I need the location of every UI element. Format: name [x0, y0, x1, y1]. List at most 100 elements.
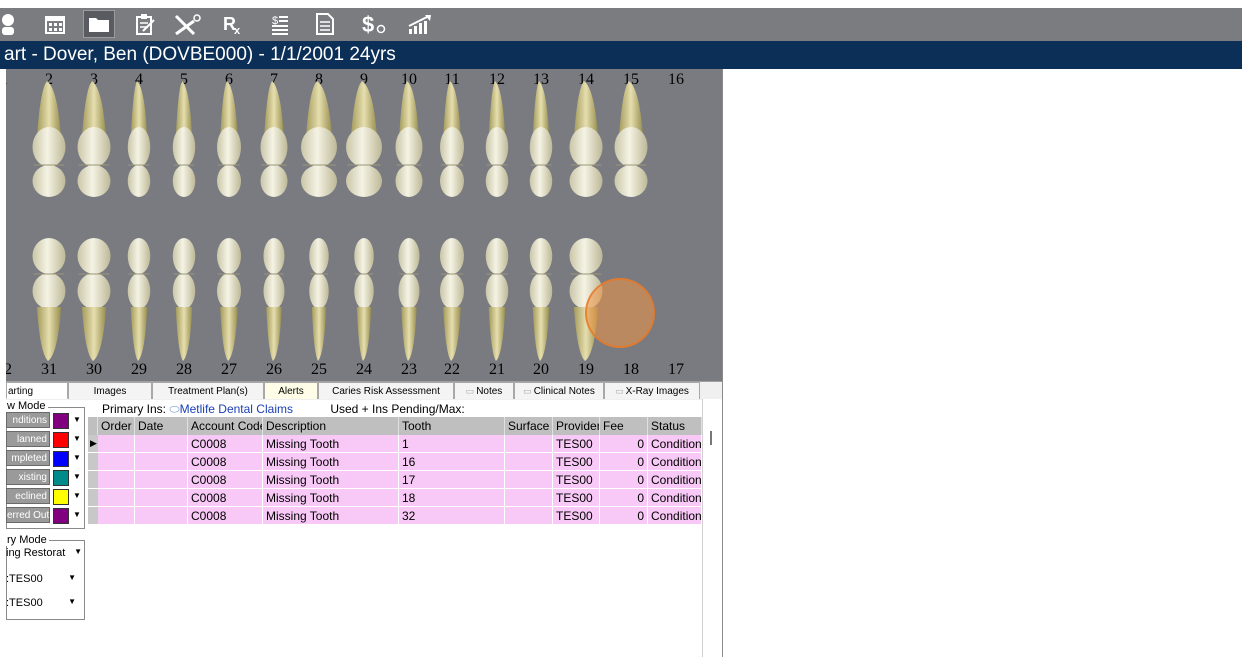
- chevron-down-icon[interactable]: ▼: [70, 412, 84, 428]
- view-mode-button[interactable]: erred Out: [6, 507, 50, 523]
- lower-tooth[interactable]: [77, 238, 111, 361]
- clipboard-icon[interactable]: [130, 11, 160, 37]
- cell-surface: [505, 507, 553, 525]
- upper-tooth[interactable]: [301, 81, 337, 197]
- header-date[interactable]: Date: [135, 417, 188, 435]
- header-surface[interactable]: Surface: [505, 417, 553, 435]
- tools-icon[interactable]: [172, 11, 202, 37]
- lower-tooth[interactable]: [217, 238, 241, 361]
- svg-text:$: $: [362, 12, 374, 36]
- upper-tooth[interactable]: [614, 81, 648, 197]
- provider-select-1[interactable]: :TES00 ▼: [6, 573, 84, 585]
- chart-growth-icon[interactable]: [405, 11, 435, 37]
- cell-status: Condition: [648, 435, 702, 453]
- upper-tooth[interactable]: [440, 81, 464, 197]
- ledger-icon[interactable]: $: [265, 11, 295, 37]
- upper-tooth[interactable]: [172, 81, 196, 197]
- color-swatch[interactable]: [53, 451, 69, 467]
- cell-status: Condition: [648, 507, 702, 525]
- notes-icon: ▭: [465, 386, 475, 396]
- tab-caries-risk[interactable]: Caries Risk Assessment: [318, 382, 454, 399]
- upper-tooth[interactable]: [32, 81, 66, 197]
- tab-xray-images[interactable]: ▭ X-Ray Images: [604, 382, 700, 399]
- billing-icon[interactable]: $: [360, 11, 390, 37]
- tab-images[interactable]: Images: [68, 382, 152, 399]
- lower-tooth[interactable]: [398, 238, 420, 361]
- view-mode-button[interactable]: nditions: [6, 412, 50, 428]
- lower-tooth[interactable]: [440, 238, 464, 361]
- calendar-icon[interactable]: [40, 11, 70, 37]
- row-header[interactable]: ▶: [88, 435, 98, 453]
- row-header[interactable]: [88, 453, 98, 471]
- color-swatch[interactable]: [53, 413, 69, 429]
- chevron-down-icon: ▼: [68, 573, 76, 582]
- tab-alerts[interactable]: Alerts: [264, 382, 318, 399]
- upper-tooth[interactable]: [260, 81, 288, 197]
- lower-tooth[interactable]: [309, 238, 329, 361]
- lower-tooth[interactable]: [32, 238, 66, 361]
- row-header[interactable]: [88, 489, 98, 507]
- patient-icon[interactable]: [0, 11, 22, 37]
- upper-tooth[interactable]: [217, 81, 241, 197]
- scroll-thumb[interactable]: [710, 431, 712, 445]
- header-fee[interactable]: Fee: [600, 417, 648, 435]
- view-mode-button[interactable]: xisting: [6, 469, 50, 485]
- view-mode-label: w Mode: [5, 400, 48, 412]
- header-tooth[interactable]: Tooth: [399, 417, 505, 435]
- header-order[interactable]: Order: [98, 417, 135, 435]
- row-header[interactable]: [88, 507, 98, 525]
- table-row[interactable]: C0008 Missing Tooth 18 TES00 0 Condition: [88, 489, 702, 507]
- header-provider[interactable]: Provider: [553, 417, 600, 435]
- cell-tooth: 1: [399, 435, 505, 453]
- lower-tooth[interactable]: [485, 238, 509, 361]
- color-swatch[interactable]: [53, 489, 69, 505]
- lower-tooth[interactable]: [354, 238, 374, 361]
- upper-tooth[interactable]: [529, 81, 553, 197]
- header-account-code[interactable]: Account Code: [188, 417, 263, 435]
- upper-tooth[interactable]: [346, 81, 382, 197]
- patient-title-bar: art - Dover, Ben (DOVBE000) - 1/1/2001 2…: [0, 41, 1242, 69]
- entry-mode-label: ry Mode: [5, 534, 49, 546]
- chevron-down-icon[interactable]: ▼: [70, 488, 84, 504]
- color-swatch[interactable]: [53, 470, 69, 486]
- upper-tooth[interactable]: [395, 81, 423, 197]
- clinical-notes-icon: ▭: [523, 386, 532, 396]
- rx-icon[interactable]: Rx: [218, 11, 248, 37]
- upper-tooth[interactable]: [569, 81, 603, 197]
- row-header[interactable]: [88, 471, 98, 489]
- chevron-down-icon[interactable]: ▼: [70, 431, 84, 447]
- color-swatch[interactable]: [53, 508, 69, 524]
- chevron-down-icon[interactable]: ▼: [70, 507, 84, 523]
- folder-icon[interactable]: [83, 10, 115, 38]
- lower-tooth[interactable]: [263, 238, 285, 361]
- used-pending-label: Used + Ins Pending/Max:: [330, 402, 465, 416]
- view-mode-button[interactable]: eclined: [6, 488, 50, 504]
- provider-select-2[interactable]: :TES00 ▼: [6, 597, 84, 609]
- header-description[interactable]: Description: [263, 417, 399, 435]
- upper-tooth[interactable]: [485, 81, 509, 197]
- header-status[interactable]: Status: [648, 417, 702, 435]
- table-row[interactable]: C0008 Missing Tooth 17 TES00 0 Condition: [88, 471, 702, 489]
- lower-tooth[interactable]: [172, 238, 196, 361]
- document-icon[interactable]: [310, 11, 340, 37]
- insurance-carrier-link[interactable]: Metlife Dental Claims: [180, 402, 293, 416]
- upper-tooth[interactable]: [127, 81, 151, 197]
- tab-treatment-plans[interactable]: Treatment Plan(s): [152, 382, 264, 399]
- view-mode-button[interactable]: mpleted: [6, 450, 50, 466]
- table-row[interactable]: C0008 Missing Tooth 32 TES00 0 Condition: [88, 507, 702, 525]
- entry-mode-select[interactable]: ing Restorat ▼: [6, 547, 84, 559]
- table-row[interactable]: ▶ C0008 Missing Tooth 1 TES00 0 Condition: [88, 435, 702, 453]
- view-mode-button[interactable]: lanned: [6, 431, 50, 447]
- chevron-down-icon[interactable]: ▼: [70, 450, 84, 466]
- lower-tooth[interactable]: [529, 238, 553, 361]
- lower-tooth[interactable]: [127, 238, 151, 361]
- tab-notes[interactable]: ▭ Notes: [454, 382, 514, 399]
- color-swatch[interactable]: [53, 432, 69, 448]
- vertical-scrollbar[interactable]: [702, 399, 721, 657]
- tab-clinical-notes[interactable]: ▭ Clinical Notes: [514, 382, 604, 399]
- tooth-chart[interactable]: 12345678910111213141516 3231302928272625…: [6, 69, 722, 381]
- table-row[interactable]: C0008 Missing Tooth 16 TES00 0 Condition: [88, 453, 702, 471]
- chevron-down-icon[interactable]: ▼: [70, 469, 84, 485]
- upper-tooth[interactable]: [77, 81, 111, 197]
- tab-charting[interactable]: arting: [6, 382, 68, 399]
